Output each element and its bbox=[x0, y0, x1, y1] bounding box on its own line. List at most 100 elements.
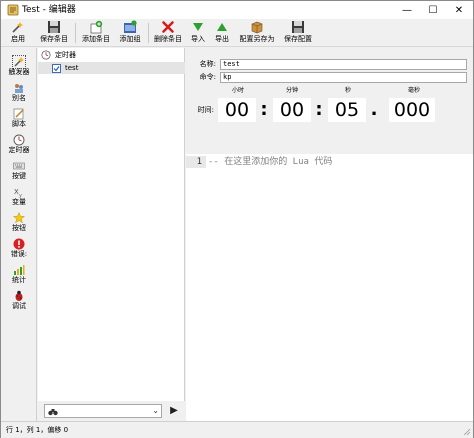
alias-icon bbox=[15, 84, 23, 93]
timer-detail-panel: 名称: test 命令: kp 小时 分钟 秒 毫秒 时间: 00 : 00 :… bbox=[186, 48, 473, 154]
sidebar-item-variables[interactable]: X y 变量 bbox=[1, 186, 37, 212]
ms-field[interactable]: 000 bbox=[389, 98, 435, 122]
toolbar-separator bbox=[75, 23, 76, 43]
maximize-button[interactable]: ☐ bbox=[420, 1, 446, 19]
resize-grip-icon[interactable] bbox=[463, 428, 471, 436]
sidebar-item-label: 定时器 bbox=[8, 146, 30, 154]
sidebar-item-label: 按键 bbox=[12, 172, 26, 180]
title-bar[interactable]: Test - 编辑器 — ☐ ✕ bbox=[1, 1, 473, 19]
timer-icon bbox=[13, 134, 25, 146]
sidebar-item-label: 按钮 bbox=[12, 224, 26, 232]
app-icon bbox=[7, 4, 19, 16]
sidebar-item-debug[interactable]: 调试 bbox=[1, 290, 37, 316]
trigger-icon bbox=[12, 55, 26, 69]
toolbar-add-group-button[interactable]: 添加组 bbox=[115, 20, 145, 46]
toolbar-add-entry-label: 添加条目 bbox=[82, 35, 110, 43]
debug-icon bbox=[15, 290, 23, 301]
toolbar-config-save-as-label: 配置另存为 bbox=[239, 35, 275, 43]
sidebar-item-errors[interactable]: 错误: bbox=[1, 238, 37, 264]
seconds-header: 秒 bbox=[344, 87, 351, 94]
enable-icon bbox=[12, 22, 23, 33]
minimize-button[interactable]: — bbox=[394, 1, 420, 19]
toolbar-enable-button[interactable]: 启用 bbox=[5, 20, 31, 46]
toolbar-save-entry-button[interactable]: 保存条目 bbox=[35, 20, 73, 46]
tree-root-label: 定时器 bbox=[55, 51, 76, 59]
toolbar-save-config-button[interactable]: 保存配置 bbox=[281, 20, 315, 46]
binoculars-icon bbox=[48, 409, 58, 416]
keys-icon bbox=[13, 162, 25, 170]
timer-icon bbox=[41, 50, 51, 60]
toolbar-add-group-label: 添加组 bbox=[119, 35, 141, 43]
sidebar-item-stats[interactable]: 统计 bbox=[1, 264, 37, 290]
sidebar-item-label: 触发器 bbox=[8, 68, 30, 76]
config-save-as-icon bbox=[251, 21, 263, 34]
toolbar-export-label: 导出 bbox=[215, 35, 229, 43]
error-icon bbox=[13, 238, 25, 250]
toolbar-save-entry-label: 保存条目 bbox=[40, 35, 68, 43]
sidebar-item-label: 脚本 bbox=[12, 120, 26, 128]
tree-footer: ⌄ ▶ bbox=[38, 401, 185, 421]
button-star-icon bbox=[13, 212, 25, 224]
sidebar-item-label: 变量 bbox=[12, 198, 26, 206]
sidebar-item-label: 别名 bbox=[12, 94, 26, 102]
toolbar-delete-entry-button[interactable]: 删除条目 bbox=[151, 20, 185, 46]
seconds-field[interactable]: 05 bbox=[328, 98, 366, 122]
sidebar-item-scripts[interactable]: 脚本 bbox=[1, 108, 37, 134]
timer-tree[interactable]: 定时器 test bbox=[38, 48, 185, 401]
minutes-header: 分钟 bbox=[285, 87, 298, 94]
code-line[interactable]: -- 在这里添加你的 Lua 代码 bbox=[208, 156, 332, 168]
time-label: 时间: bbox=[197, 106, 214, 114]
delete-icon bbox=[162, 21, 174, 33]
editor-window: Test - 编辑器 — ☐ ✕ 启用 保存条目 添加条目 添加组 删除条目 导… bbox=[0, 0, 474, 438]
ms-header: 毫秒 bbox=[407, 87, 420, 94]
sidebar-item-label: 统计 bbox=[12, 276, 26, 284]
sidebar-item-label: 错误: bbox=[10, 250, 28, 258]
tree-root-timers[interactable]: 定时器 bbox=[38, 49, 185, 61]
checkbox-checked-icon[interactable] bbox=[52, 63, 61, 73]
run-icon[interactable]: ▶ bbox=[168, 404, 180, 418]
script-icon bbox=[13, 108, 24, 120]
time-colon: : bbox=[260, 99, 268, 120]
name-field[interactable]: test bbox=[220, 59, 467, 70]
toolbar-config-save-as-button[interactable]: 配置另存为 bbox=[237, 20, 277, 46]
hours-header: 小时 bbox=[231, 87, 244, 94]
view-sidebar: 触发器 别名 脚本 定时器 按键 X y 变量 按钮 错误: 统计 调试 bbox=[1, 48, 37, 421]
stats-icon bbox=[14, 265, 25, 275]
toolbar-enable-label: 启用 bbox=[11, 35, 25, 43]
line-number: 1 bbox=[186, 156, 206, 168]
minutes-field[interactable]: 00 bbox=[273, 98, 311, 122]
line-number-gutter: 1 bbox=[186, 154, 206, 421]
time-dot: . bbox=[370, 99, 378, 120]
command-field[interactable]: kp bbox=[220, 72, 467, 83]
toolbar-export-button[interactable]: 导出 bbox=[211, 20, 233, 46]
import-icon bbox=[193, 23, 203, 31]
window-title: Test - 编辑器 bbox=[22, 5, 76, 15]
close-button[interactable]: ✕ bbox=[446, 1, 472, 19]
save-entry-icon bbox=[48, 21, 60, 33]
command-label: 命令: bbox=[199, 73, 216, 81]
toolbar-save-config-label: 保存配置 bbox=[284, 35, 312, 43]
add-entry-icon bbox=[90, 20, 103, 34]
quick-command-combo[interactable]: ⌄ bbox=[44, 404, 162, 418]
tree-item-label: test bbox=[65, 64, 79, 72]
toolbar-add-entry-button[interactable]: 添加条目 bbox=[79, 20, 113, 46]
status-bar: 行 1，列 1，偏移 0 bbox=[1, 421, 473, 438]
chevron-down-icon[interactable]: ⌄ bbox=[152, 406, 159, 415]
hours-field[interactable]: 00 bbox=[218, 98, 256, 122]
toolbar: 启用 保存条目 添加条目 添加组 删除条目 导入 导出 配置另存为 保存配置 bbox=[1, 19, 473, 47]
sidebar-item-keys[interactable]: 按键 bbox=[1, 160, 37, 186]
add-group-icon bbox=[124, 20, 137, 33]
sidebar-item-aliases[interactable]: 别名 bbox=[1, 82, 37, 108]
sidebar-item-triggers[interactable]: 触发器 bbox=[1, 55, 37, 82]
export-icon bbox=[217, 23, 227, 31]
toolbar-delete-entry-label: 删除条目 bbox=[154, 35, 182, 43]
tree-item-test[interactable]: test bbox=[38, 62, 185, 74]
toolbar-import-button[interactable]: 导入 bbox=[188, 20, 208, 46]
lua-code-editor[interactable]: 1 -- 在这里添加你的 Lua 代码 bbox=[186, 154, 473, 421]
save-config-icon bbox=[292, 21, 304, 33]
sidebar-item-buttons[interactable]: 按钮 bbox=[1, 212, 37, 238]
toolbar-import-label: 导入 bbox=[191, 35, 205, 43]
time-colon: : bbox=[315, 99, 323, 120]
cursor-position: 行 1，列 1，偏移 0 bbox=[6, 426, 69, 434]
sidebar-item-timers[interactable]: 定时器 bbox=[1, 134, 37, 160]
